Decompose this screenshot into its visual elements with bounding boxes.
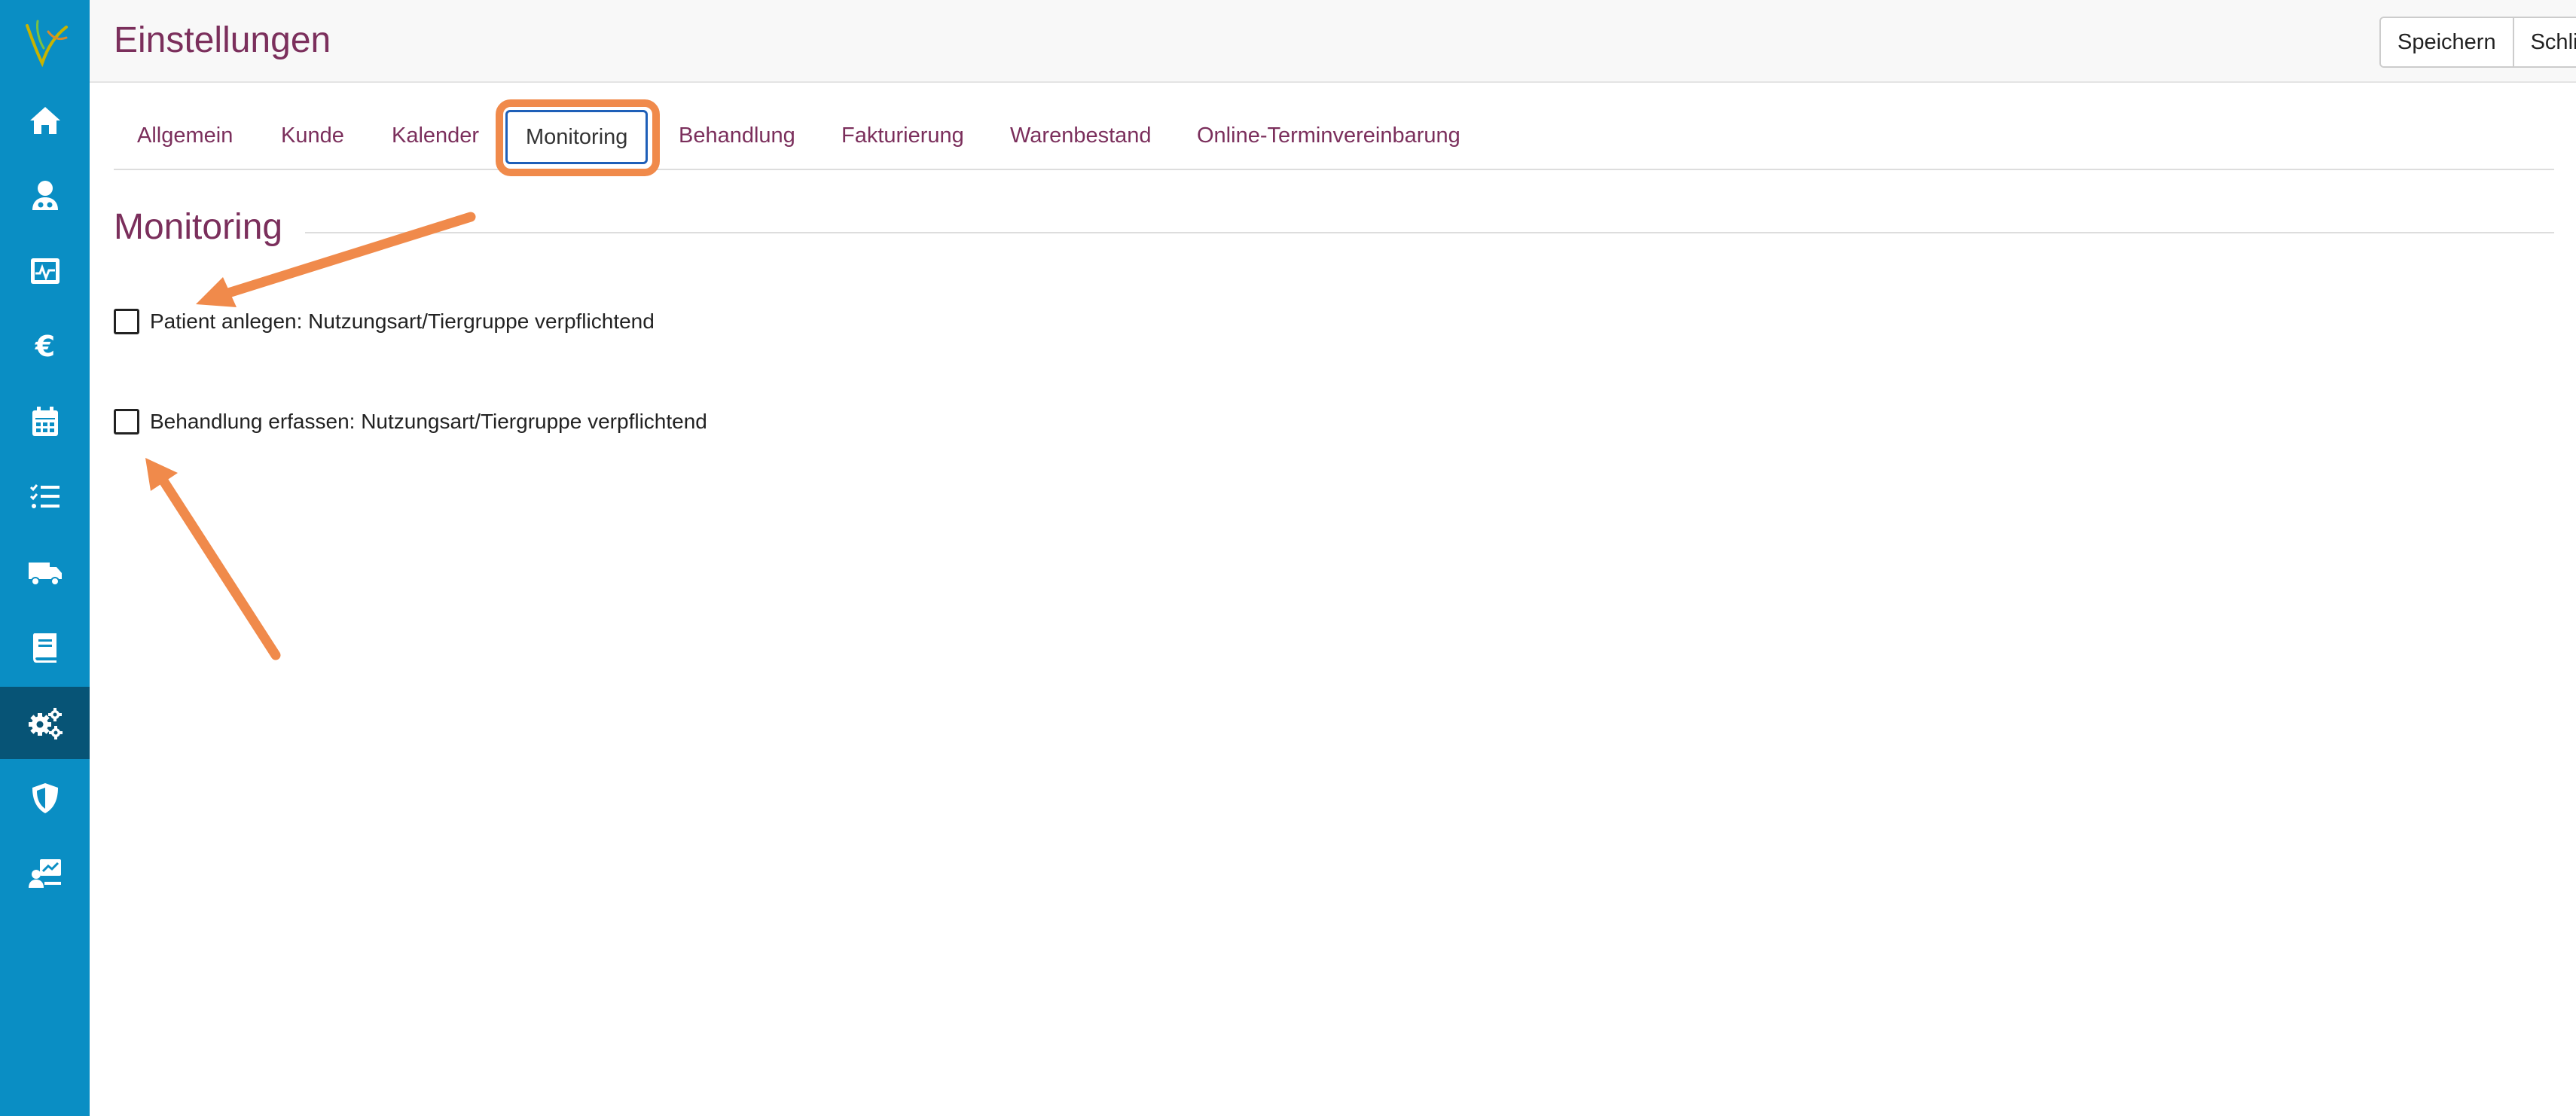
sidebar-item-statistics[interactable] — [0, 837, 90, 910]
save-button[interactable]: Speichern — [2381, 18, 2513, 66]
euro-icon: € — [34, 330, 54, 363]
tab-fakturierung[interactable]: Fakturierung — [841, 111, 964, 160]
sidebar-item-catalog[interactable] — [0, 611, 90, 684]
sidebar-item-home[interactable] — [0, 84, 90, 157]
section-title: Monitoring — [114, 207, 283, 247]
patient-anlegen-label: Patient anlegen: Nutzungsart/Tiergruppe … — [150, 309, 655, 333]
settings-tabs: Allgemein Kunde Kalender Monitoring Beha… — [114, 107, 2554, 170]
tab-monitoring[interactable]: Monitoring — [505, 110, 649, 164]
user-chart-icon — [28, 859, 61, 888]
section-divider — [305, 232, 2554, 233]
close-button[interactable]: Schließen — [2512, 18, 2576, 66]
sidebar-item-security[interactable] — [0, 762, 90, 834]
sidebar-item-delivery[interactable] — [0, 536, 90, 608]
home-icon — [29, 107, 60, 134]
app-logo[interactable] — [17, 15, 74, 72]
tab-allgemein[interactable]: Allgemein — [137, 111, 233, 160]
behandlung-erfassen-checkbox[interactable] — [114, 409, 139, 435]
image-monitor-icon — [30, 258, 60, 284]
page-title: Einstellungen — [114, 20, 331, 60]
page-header: Einstellungen Speichern Schließen — [90, 0, 2576, 83]
sidebar-item-calendar[interactable] — [0, 386, 90, 458]
tab-behandlung[interactable]: Behandlung — [679, 111, 795, 160]
annotation-arrow-behandlung — [145, 458, 281, 660]
sidebar-item-tasks[interactable] — [0, 461, 90, 533]
tab-kunde[interactable]: Kunde — [281, 111, 344, 160]
svg-text:€: € — [34, 330, 54, 363]
book-icon — [32, 633, 56, 663]
shield-icon — [32, 783, 58, 813]
behandlung-erfassen-label: Behandlung erfassen: Nutzungsart/Tiergru… — [150, 410, 707, 433]
sidebar: € — [0, 0, 90, 1116]
sidebar-item-monitor[interactable] — [0, 235, 90, 307]
tab-kalender[interactable]: Kalender — [392, 111, 479, 160]
checklist-icon — [29, 484, 60, 508]
tab-online-terminvereinbarung[interactable]: Online-Terminvereinbarung — [1197, 111, 1460, 160]
option-behandlung-erfassen[interactable]: Behandlung erfassen: Nutzungsart/Tiergru… — [114, 409, 707, 435]
option-patient-anlegen[interactable]: Patient anlegen: Nutzungsart/Tiergruppe … — [114, 309, 655, 334]
tab-warenbestand[interactable]: Warenbestand — [1010, 111, 1152, 160]
patient-anlegen-checkbox[interactable] — [114, 309, 139, 334]
truck-icon — [28, 563, 62, 586]
sidebar-item-patients[interactable] — [0, 160, 90, 232]
sidebar-item-settings[interactable] — [0, 687, 90, 759]
gears-icon — [28, 708, 63, 739]
header-button-group: Speichern Schließen — [2379, 17, 2576, 68]
sidebar-item-finance[interactable]: € — [0, 310, 90, 383]
user-doctor-icon — [32, 181, 58, 210]
calendar-icon — [32, 407, 58, 436]
